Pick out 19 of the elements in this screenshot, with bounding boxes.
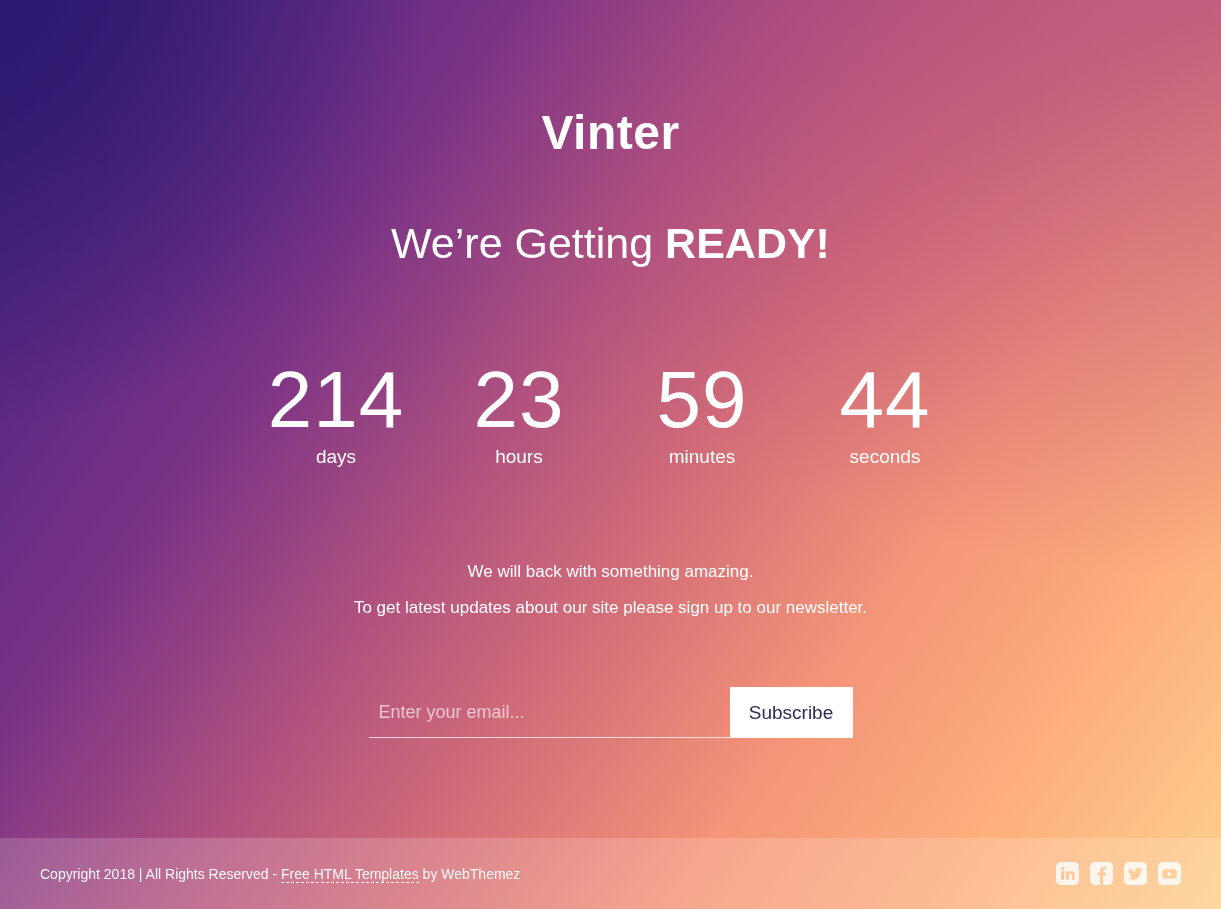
twitter-icon[interactable] — [1124, 862, 1147, 885]
message-text: We will back with something amazing. — [467, 561, 754, 583]
play-square-icon[interactable] — [1158, 862, 1181, 885]
copyright-text: Copyright 2018 | All Rights Reserved - Free HTML Templates by WebThemez — [40, 864, 521, 884]
countdown-label: minutes — [668, 445, 736, 469]
countdown-label: hours — [495, 445, 543, 469]
countdown-value: 214 — [267, 355, 405, 445]
message-text: To get latest updates about our site please sign up to our newsletter. — [353, 597, 868, 619]
linkedin-icon[interactable] — [1056, 862, 1079, 885]
countdown-value: 44 — [839, 355, 931, 445]
headline: We’re Getting READY! — [391, 218, 830, 269]
countdown-label: days — [315, 445, 357, 469]
subscribe-button[interactable]: Subscribe — [729, 687, 853, 738]
countdown-value: 23 — [473, 355, 565, 445]
facebook-icon[interactable] — [1090, 862, 1113, 885]
countdown-label: seconds — [849, 445, 921, 469]
email-field[interactable]: Enter your email... — [368, 687, 730, 738]
site-logo: Vinter — [541, 105, 680, 161]
countdown-value: 59 — [656, 355, 748, 445]
